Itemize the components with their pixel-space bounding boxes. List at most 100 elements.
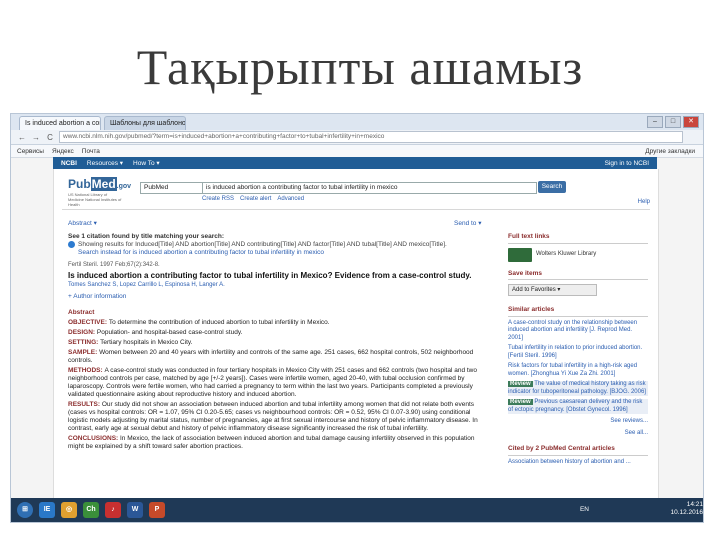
tab-pubmed[interactable]: Is induced abortion a con	[19, 116, 101, 130]
abstract-section: RESULTS: Our study did not show an assoc…	[68, 401, 488, 433]
provider-logo	[508, 247, 532, 262]
similar-article[interactable]: Review The value of medical history taki…	[508, 381, 648, 396]
create-alert-link[interactable]: Create alert	[240, 196, 271, 202]
close-icon[interactable]: ✕	[683, 116, 699, 128]
authors[interactable]: Tomes Sanchez S, Lopez Carrillo L, Espin…	[68, 281, 488, 289]
citation-found: See 1 citation found by title matching y…	[68, 233, 225, 240]
similar-article[interactable]: A case-control study on the relationship…	[508, 320, 648, 343]
pubmed-page: PubMed.gov US National Library of Medici…	[53, 169, 659, 522]
full-text-provider[interactable]: Wolters Kluwer Library	[508, 247, 648, 262]
showing-results: Showing results for Induced[Title] AND a…	[68, 241, 488, 249]
bookmark-other[interactable]: Другие закладки	[645, 148, 695, 155]
abstract-heading: Abstract	[68, 309, 95, 317]
cited-article[interactable]: Association between history of abortion …	[508, 459, 648, 467]
ncbi-header: NCBI Resources ▾ How To ▾ Sign in to NCB…	[53, 157, 657, 169]
resources-menu[interactable]: Resources ▾	[87, 159, 123, 167]
abstract-section-label: SAMPLE:	[68, 349, 100, 357]
abstract-section: SETTING: Tertiary hospitals in Mexico Ci…	[68, 339, 488, 347]
sidebar: Full text links Wolters Kluwer Library S…	[508, 233, 648, 466]
search-button[interactable]: Search	[538, 181, 566, 193]
sign-in-link[interactable]: Sign in to NCBI	[605, 160, 649, 167]
abstract-section: DESIGN: Population- and hospital-based c…	[68, 329, 488, 337]
send-to-menu[interactable]: Send to ▾	[454, 219, 481, 227]
database-select[interactable]: PubMed	[140, 182, 203, 194]
similar-article[interactable]: Review Previous caesarean delivery and t…	[508, 399, 648, 414]
article-main: See 1 citation found by title matching y…	[68, 233, 488, 451]
back-icon[interactable]: ←	[17, 133, 27, 142]
language-indicator[interactable]: EN	[580, 506, 589, 513]
clock-date: 10.12.2016	[670, 509, 703, 516]
cited-by-heading: Cited by 2 PubMed Central articles	[508, 445, 648, 456]
taskbar-app-icon[interactable]: ◎	[61, 502, 77, 518]
url-input[interactable]: www.ncbi.nlm.nih.gov/pubmed/?term=is+ind…	[59, 131, 683, 143]
review-badge: Review	[508, 399, 533, 405]
similar-articles-heading: Similar articles	[508, 306, 648, 317]
create-rss-link[interactable]: Create RSS	[202, 196, 234, 202]
add-to-favorites-button[interactable]: Add to Favorites ▾	[508, 284, 597, 296]
abstract-section-label: CONCLUSIONS:	[68, 435, 120, 443]
see-all-link[interactable]: See all...	[508, 430, 648, 438]
reload-icon[interactable]: C	[45, 133, 55, 142]
journal-citation[interactable]: Fertil Steril. 1997 Feb;67(2):342-8.	[68, 261, 488, 269]
pubmed-subtitle: US National Library of Medicine National…	[68, 192, 122, 207]
tab-bar: Is induced abortion a con Шаблоны для ша…	[11, 114, 703, 130]
similar-article[interactable]: Risk factors for tubal infertility in a …	[508, 363, 648, 378]
abstract-section: METHODS: A case-control study was conduc…	[68, 367, 488, 399]
abstract-section-text: Tertiary hospitals in Mexico City.	[100, 339, 193, 347]
help-link[interactable]: Help	[638, 199, 650, 205]
pubmed-logo[interactable]: PubMed.gov	[68, 177, 131, 191]
slide-title: Тақырыпты ашамыз	[136, 39, 584, 95]
provider-name: Wolters Kluwer Library	[536, 250, 597, 257]
minimize-icon[interactable]: –	[647, 116, 663, 128]
abstract-section: OBJECTIVE: To determine the contribution…	[68, 319, 488, 327]
similar-article-text: A case-control study on the relationship…	[508, 319, 638, 341]
pubmed-logo-med: Med	[90, 177, 117, 191]
search-input[interactable]: is induced abortion a contributing facto…	[202, 182, 537, 194]
info-icon	[68, 241, 75, 248]
abstract-section-label: METHODS:	[68, 367, 105, 375]
clock[interactable]: 14:21 10.12.2016	[670, 501, 703, 517]
ncbi-logo[interactable]: NCBI	[61, 160, 77, 167]
abstract-section-label: SETTING:	[68, 339, 101, 347]
taskbar-app-icon[interactable]: IE	[39, 502, 55, 518]
advanced-link[interactable]: Advanced	[277, 196, 304, 202]
forward-icon[interactable]: →	[31, 133, 41, 142]
bookmark-services[interactable]: Сервисы	[17, 148, 44, 155]
abstract-section-label: DESIGN:	[68, 329, 97, 337]
author-info-toggle[interactable]: + Author information	[68, 293, 488, 301]
abstract-section-label: OBJECTIVE:	[68, 319, 109, 327]
taskbar-app-icon[interactable]: P	[149, 502, 165, 518]
abstract-section-text: To determine the contribution of induced…	[108, 319, 330, 327]
maximize-icon[interactable]: □	[665, 116, 681, 128]
abstract-section-text: Our study did not show an association be…	[68, 401, 478, 433]
format-menu[interactable]: Abstract ▾	[68, 219, 97, 227]
similar-article[interactable]: Tubal infertility in relation to prior i…	[508, 345, 648, 360]
search-subnav: Create RSS Create alert Advanced	[202, 196, 304, 202]
tab-templates[interactable]: Шаблоны для шаблонов	[104, 116, 186, 130]
see-reviews-link[interactable]: See reviews...	[508, 418, 648, 426]
start-icon[interactable]: ⊞	[17, 502, 33, 518]
taskbar-app-icon[interactable]: W	[127, 502, 143, 518]
similar-article-text: Risk factors for tubal infertility in a …	[508, 363, 638, 377]
abstract-section-label: RESULTS:	[68, 401, 102, 409]
clock-time: 14:21	[686, 501, 703, 508]
article-title: Is induced abortion a contributing facto…	[68, 271, 472, 281]
taskbar-app-icon[interactable]: Ch	[83, 502, 99, 518]
similar-articles-list: A case-control study on the relationship…	[508, 320, 648, 414]
howto-menu[interactable]: How To ▾	[133, 159, 160, 167]
similar-article-text: Tubal infertility in relation to prior i…	[508, 345, 643, 359]
bookmark-mail[interactable]: Почта	[82, 148, 100, 155]
pubmed-logo-gov: .gov	[116, 183, 132, 190]
showing-text: Showing results for Induced[Title] AND a…	[78, 241, 447, 249]
abstract-section-text: In Mexico, the lack of association betwe…	[68, 435, 475, 451]
window-controls: – □ ✕	[647, 116, 699, 128]
browser-screenshot: Is induced abortion a con Шаблоны для ша…	[10, 113, 704, 523]
abstract-section-text: Women between 20 and 40 years with infer…	[68, 349, 474, 365]
search-instead-link[interactable]: Search instead for is induced abortion a…	[68, 249, 488, 257]
abstract-section-text: A case-control study was conducted in fo…	[68, 367, 477, 399]
taskbar-app-icon[interactable]: ♪	[105, 502, 121, 518]
bookmark-yandex[interactable]: Яндекс	[52, 148, 74, 155]
review-badge: Review	[508, 381, 533, 387]
divider	[62, 209, 650, 210]
abstract-sections: OBJECTIVE: To determine the contribution…	[68, 319, 488, 451]
